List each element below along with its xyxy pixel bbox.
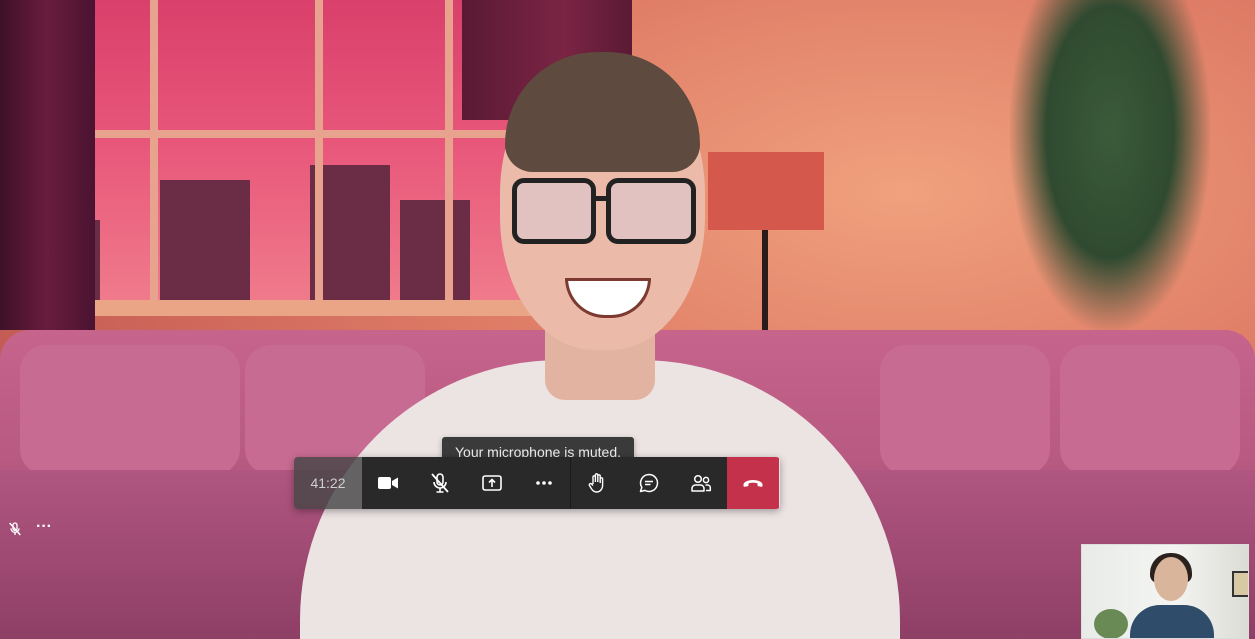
- participants-icon: [691, 474, 712, 492]
- participant-glasses: [606, 178, 696, 244]
- window-frame: [150, 0, 158, 310]
- background-building: [400, 200, 470, 310]
- mic-button[interactable]: [414, 457, 466, 509]
- hanging-plant: [1010, 0, 1210, 330]
- lamp-stand: [762, 230, 768, 340]
- window-frame: [445, 0, 453, 310]
- share-screen-icon: [482, 475, 502, 491]
- chat-icon: [639, 473, 659, 493]
- pip-participant-face: [1154, 557, 1188, 601]
- more-actions-icon: [536, 481, 552, 485]
- lamp-shade: [708, 152, 824, 230]
- window-frame: [315, 0, 323, 310]
- media-controls-group: [362, 457, 570, 509]
- hang-up-icon: [743, 480, 763, 487]
- participant-more-options[interactable]: ···: [34, 516, 54, 538]
- video-camera-icon: [378, 477, 398, 489]
- sofa-cushion: [20, 345, 240, 475]
- sofa-cushion: [880, 345, 1050, 475]
- chat-button[interactable]: [623, 457, 675, 509]
- participants-button[interactable]: [675, 457, 727, 509]
- call-controls-toolbar: 41:22: [294, 457, 780, 509]
- pip-background-plant: [1094, 609, 1128, 638]
- raise-hand-button[interactable]: [571, 457, 623, 509]
- pip-background-frame: [1232, 571, 1248, 597]
- window-frame: [40, 130, 540, 138]
- share-screen-button[interactable]: [466, 457, 518, 509]
- more-actions-button[interactable]: [518, 457, 570, 509]
- main-video-feed: [0, 0, 1255, 639]
- microphone-muted-icon: [9, 522, 21, 536]
- sofa-cushion: [1060, 345, 1240, 475]
- participant-glasses: [593, 196, 607, 201]
- curtain-left: [0, 0, 95, 330]
- hang-up-button[interactable]: [727, 457, 779, 509]
- camera-button[interactable]: [362, 457, 414, 509]
- microphone-muted-icon: [431, 473, 449, 493]
- participant-glasses: [512, 178, 596, 244]
- raise-hand-icon: [588, 473, 604, 493]
- pip-participant-shirt: [1130, 605, 1214, 638]
- self-view-thumbnail[interactable]: [1081, 544, 1249, 639]
- call-timer: 41:22: [294, 457, 362, 509]
- meeting-controls-group: [570, 457, 727, 509]
- participant-mic-status: [6, 520, 24, 538]
- background-building: [160, 180, 250, 310]
